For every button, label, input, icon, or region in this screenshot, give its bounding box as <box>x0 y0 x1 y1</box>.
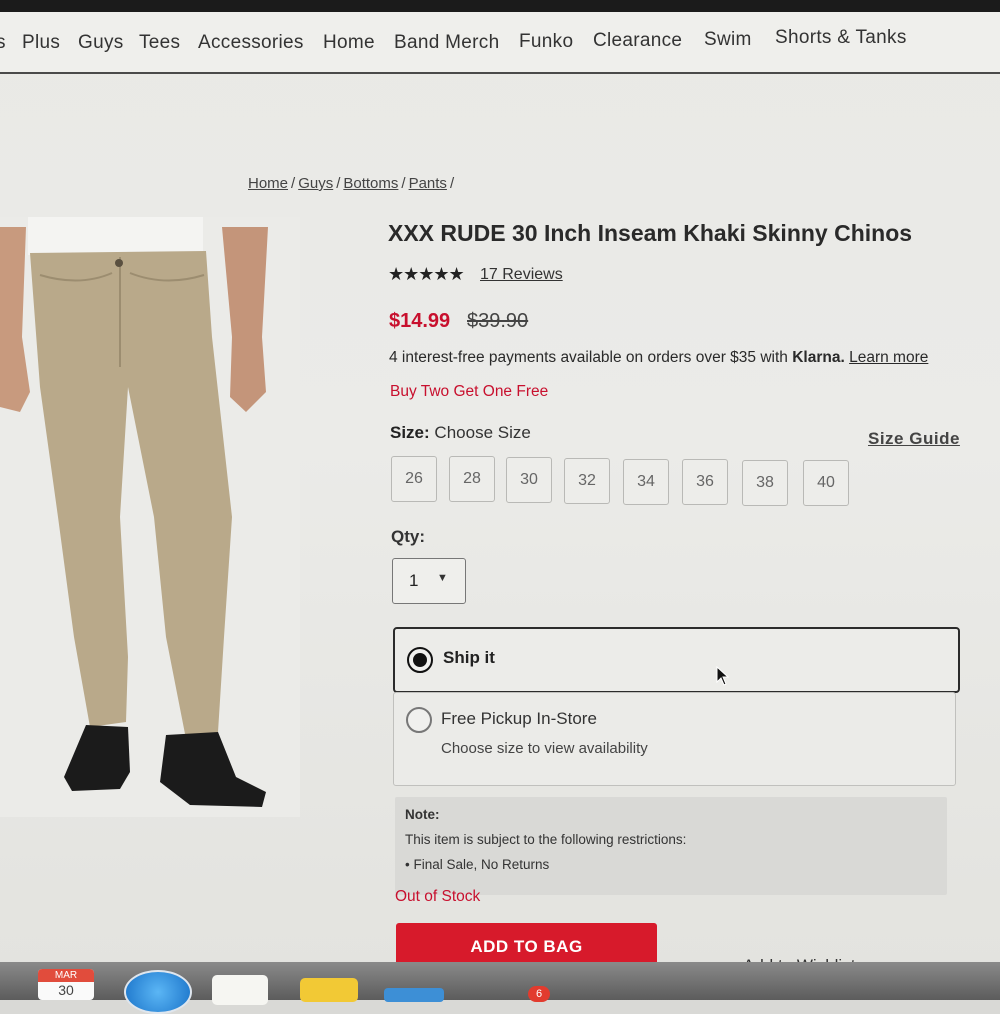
pickup-in-store-option[interactable]: Free Pickup In-Store Choose size to view… <box>393 692 956 786</box>
nav-item-guys[interactable]: Guys <box>78 32 124 54</box>
macos-dock: MAR 30 6 <box>0 962 1000 1014</box>
klarna-text: 4 interest-free payments available on or… <box>389 349 788 366</box>
qty-label: Qty: <box>391 527 425 546</box>
size-option-34[interactable]: 34 <box>623 459 669 505</box>
calendar-month: MAR <box>38 969 94 982</box>
nav-item-clipped[interactable]: s <box>0 32 6 54</box>
size-option-26[interactable]: 26 <box>391 456 437 502</box>
reviews-link[interactable]: 17 Reviews <box>480 266 563 284</box>
ship-it-option[interactable]: Ship it <box>393 627 960 693</box>
restrictions-note: Note: This item is subject to the follow… <box>395 797 947 895</box>
size-option-38[interactable]: 38 <box>742 460 788 506</box>
klarna-message: 4 interest-free payments available on or… <box>389 349 928 367</box>
original-price: $39.90 <box>467 310 529 332</box>
product-image[interactable] <box>0 217 300 817</box>
size-selected-value: Choose Size <box>434 423 531 442</box>
note-text: This item is subject to the following re… <box>405 832 687 847</box>
monitor-bezel <box>0 0 1000 12</box>
size-label: Size: Choose Size <box>390 423 531 443</box>
qty-value: 1 <box>409 571 419 590</box>
klarna-logo: Klarna. <box>792 349 845 366</box>
nav-item-home[interactable]: Home <box>323 32 375 54</box>
size-option-36[interactable]: 36 <box>682 459 728 505</box>
nav-item-band-merch[interactable]: Band Merch <box>394 32 499 54</box>
size-guide-link[interactable]: Size Guide <box>868 429 960 449</box>
breadcrumb-guys[interactable]: Guys <box>298 175 333 192</box>
nav-item-funko[interactable]: Funko <box>519 31 573 53</box>
breadcrumb-bottoms[interactable]: Bottoms <box>343 175 398 192</box>
nav-item-accessories[interactable]: Accessories <box>198 32 304 54</box>
size-option-28[interactable]: 28 <box>449 456 495 502</box>
chevron-down-icon: ▼ <box>437 572 448 584</box>
breadcrumb: Home / Guys / Bottoms / Pants / <box>248 175 455 192</box>
size-option-32[interactable]: 32 <box>564 458 610 504</box>
breadcrumb-home[interactable]: Home <box>248 175 288 192</box>
stock-status: Out of Stock <box>395 888 481 905</box>
klarna-learn-more-link[interactable]: Learn more <box>849 349 928 366</box>
calendar-day: 30 <box>58 982 74 998</box>
nav-item-tees[interactable]: Tees <box>139 32 180 54</box>
size-option-40[interactable]: 40 <box>803 460 849 506</box>
notes-icon[interactable] <box>212 975 268 1005</box>
nav-item-shorts-tanks[interactable]: Shorts & Tanks <box>775 27 907 49</box>
note-title: Note: <box>405 807 440 822</box>
size-option-30[interactable]: 30 <box>506 457 552 503</box>
rating-stars: ★★★★★ <box>388 264 465 284</box>
browser-viewport: s Plus Guys Tees Accessories Home Band M… <box>0 12 1000 975</box>
promo-text: Buy Two Get One Free <box>390 383 549 400</box>
mouse-cursor-icon <box>716 666 730 686</box>
nav-item-swim[interactable]: Swim <box>704 29 752 51</box>
top-navigation: s Plus Guys Tees Accessories Home Band M… <box>0 12 1000 74</box>
pickup-label: Free Pickup In-Store <box>441 709 597 728</box>
size-label-prefix: Size: <box>390 423 430 442</box>
nav-item-clearance[interactable]: Clearance <box>593 30 682 52</box>
note-bullet: • Final Sale, No Returns <box>405 857 550 872</box>
product-title: XXX RUDE 30 Inch Inseam Khaki Skinny Chi… <box>388 220 913 246</box>
ship-it-radio[interactable] <box>407 647 433 673</box>
pickup-availability-text: Choose size to view availability <box>441 740 648 757</box>
safari-icon[interactable] <box>124 970 192 1014</box>
stickies-icon[interactable] <box>300 978 358 1002</box>
breadcrumb-pants[interactable]: Pants <box>409 175 447 192</box>
sale-price: $14.99 <box>389 310 451 332</box>
pickup-radio[interactable] <box>406 707 432 733</box>
nav-item-plus[interactable]: Plus <box>22 32 60 54</box>
ship-it-label: Ship it <box>443 648 495 667</box>
qty-select[interactable]: 1 ▼ <box>392 558 466 604</box>
calendar-icon[interactable]: MAR 30 <box>38 969 94 1000</box>
